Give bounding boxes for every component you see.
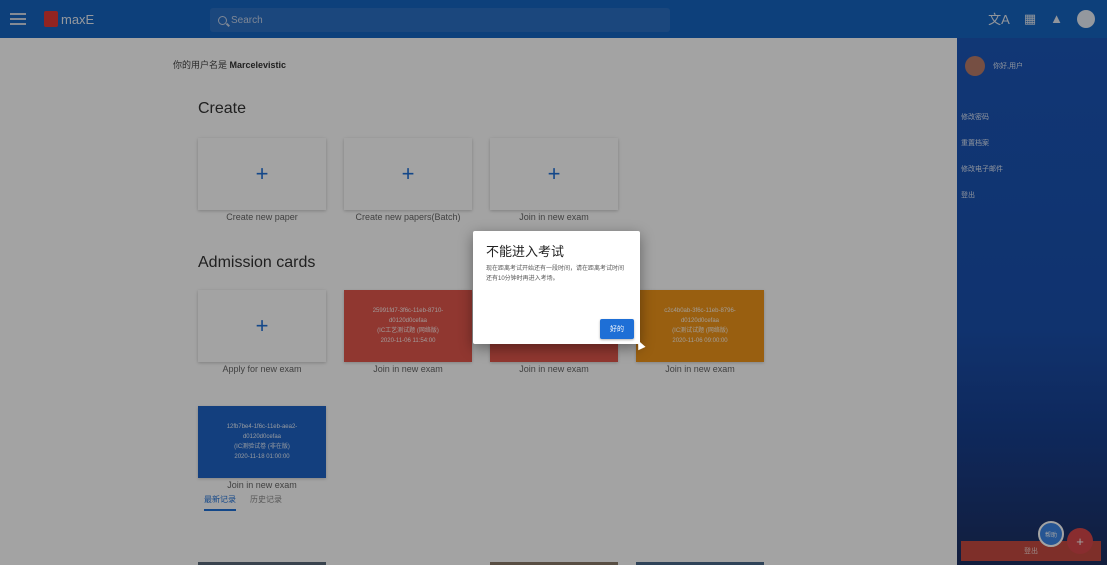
ok-button[interactable]: 好的 bbox=[600, 319, 634, 339]
dialog-message: 现在距离考试开始还有一段时间，请在距离考试时间还有10分钟时再进入考场。 bbox=[486, 266, 625, 282]
dialog-title: 不能进入考试 bbox=[486, 244, 565, 259]
cannot-enter-exam-dialog: 不能进入考试 现在距离考试开始还有一段时间，请在距离考试时间还有10分钟时再进入… bbox=[473, 231, 640, 344]
